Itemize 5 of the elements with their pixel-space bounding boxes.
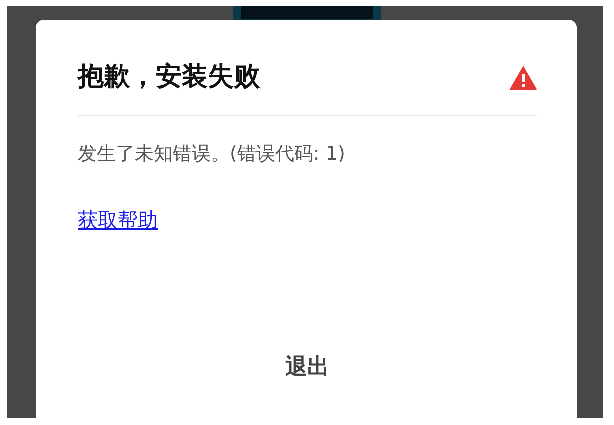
- warning-icon: [510, 66, 537, 90]
- error-message: 发生了未知错误。(错误代码: 1): [78, 142, 346, 167]
- help-link[interactable]: 获取帮助: [78, 206, 158, 233]
- exit-button[interactable]: 退出: [272, 346, 344, 388]
- dialog-title: 抱歉，安装失败: [78, 62, 260, 94]
